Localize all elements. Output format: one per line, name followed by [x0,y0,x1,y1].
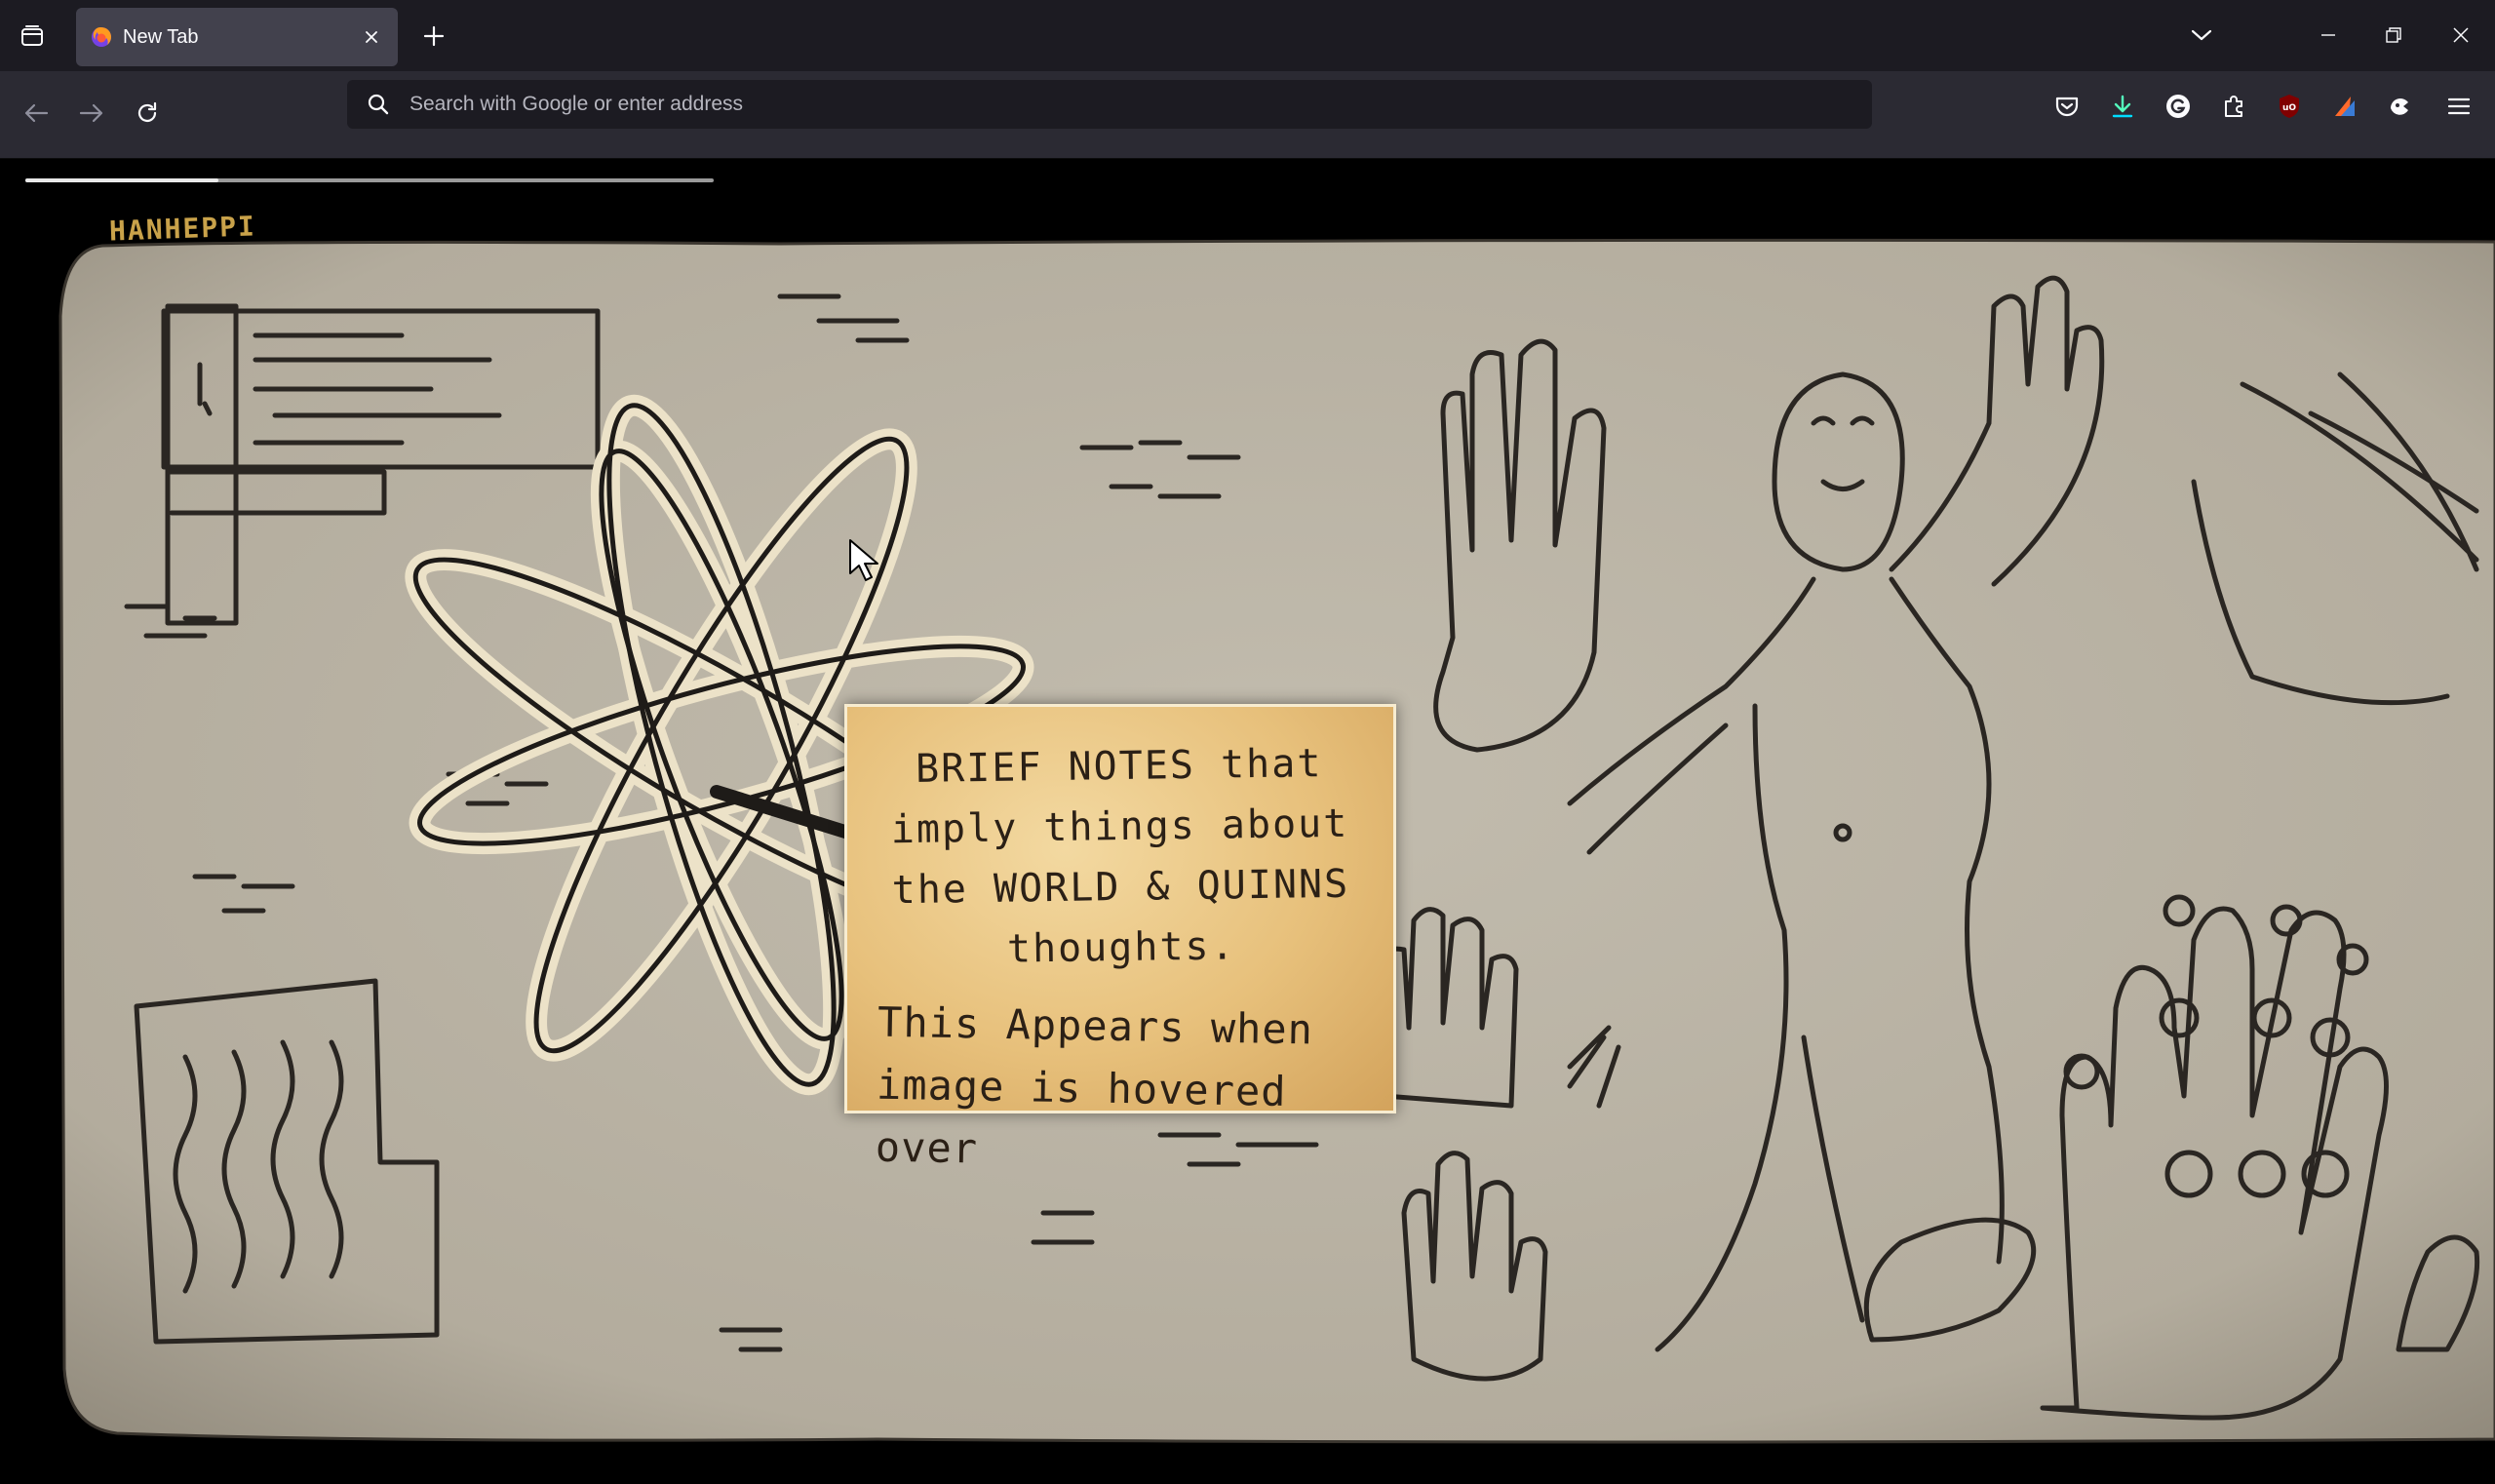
extension-button-1[interactable] [2325,87,2364,126]
close-window-button[interactable] [2441,18,2480,53]
list-all-tabs-button[interactable] [2182,18,2221,53]
back-button[interactable] [14,91,58,136]
grammarly-button[interactable] [2159,87,2198,126]
note-text-secondary: This Appears when image is hovered over [875,997,1314,1173]
extension-icon [2391,98,2408,115]
tab-new-tab[interactable]: New Tab [76,8,398,66]
back-icon [24,103,49,123]
tab-close-button[interactable] [359,24,384,50]
extensions-icon [2225,96,2242,117]
forward-icon [79,103,103,123]
address-bar[interactable] [347,80,1872,129]
note-text-primary: BRIEF NOTES that imply things about the … [890,741,1350,972]
pocket-button[interactable] [2047,87,2086,126]
extension-button-2[interactable] [2381,87,2420,126]
pocket-icon [2055,97,2079,117]
svg-text:uO: uO [2282,103,2296,113]
address-input[interactable] [408,92,1852,117]
mouse-cursor-icon [849,539,878,581]
hover-note-card: BRIEF NOTES that imply things about the … [844,704,1396,1172]
minimize-button[interactable] [2309,18,2348,53]
minimize-icon [2321,34,2335,36]
extension-icon [2335,97,2355,116]
downloads-button[interactable] [2103,87,2142,126]
tab-title: New Tab [123,25,199,48]
search-icon [368,94,389,115]
app-menu-button[interactable] [2439,87,2478,126]
tab-list-icon [21,25,43,46]
tab-strip: New Tab [0,0,2495,71]
page-content: HANHEPPI BRIEF NOTES that imply things a… [0,160,2495,1484]
extensions-button[interactable] [2214,87,2253,126]
download-icon [2112,95,2133,118]
restore-icon [2386,27,2401,43]
menu-icon [2447,98,2471,115]
ublock-button[interactable]: uO [2270,87,2309,126]
forward-button[interactable] [69,91,114,136]
reload-icon [137,101,157,122]
restore-button[interactable] [2374,18,2413,53]
close-icon [2453,27,2469,43]
new-tab-button[interactable] [414,20,453,53]
plus-icon [423,25,445,47]
chevron-down-icon [2191,29,2212,41]
reload-button[interactable] [125,91,170,136]
firefox-icon [92,27,111,47]
close-icon [366,31,377,43]
grammarly-icon [2166,95,2190,118]
navigation-bar: uO [0,71,2495,159]
firefox-view-button[interactable] [14,20,51,53]
ublock-icon: uO [2280,95,2299,118]
